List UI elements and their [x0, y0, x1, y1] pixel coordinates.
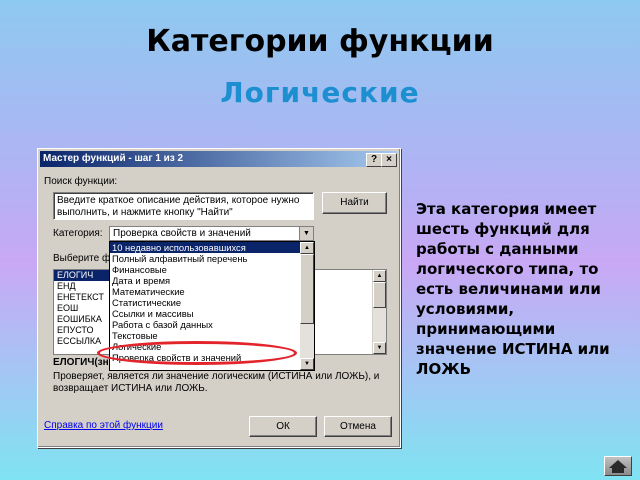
slide-subtitle: Логические [220, 76, 420, 109]
slide-description: Эта категория имеет шесть функций для ра… [416, 200, 610, 378]
highlight-ellipse [97, 341, 297, 365]
dropdown-scrollbar[interactable]: ▲ ▼ [300, 242, 314, 370]
dropdown-item[interactable]: Финансовые [110, 264, 300, 275]
help-link[interactable]: Справка по этой функции [44, 420, 163, 431]
scroll-up-icon[interactable]: ▲ [300, 242, 314, 254]
dropdown-item[interactable]: Статистические [110, 297, 300, 308]
help-button[interactable]: ? [366, 153, 382, 167]
scroll-down-icon[interactable]: ▼ [300, 358, 314, 370]
dropdown-item[interactable]: Работа с базой данных [110, 319, 300, 330]
find-button[interactable]: Найти [322, 192, 387, 214]
search-input[interactable]: Введите краткое описание действия, котор… [53, 192, 314, 220]
dropdown-item[interactable]: Математические [110, 286, 300, 297]
function-signature: ЕЛОГИЧ(зн [53, 357, 109, 368]
function-description: Проверяет, является ли значение логическ… [53, 371, 380, 394]
category-label: Категория: [53, 228, 103, 239]
home-icon [609, 460, 627, 473]
dropdown-item[interactable]: Текстовые [110, 330, 300, 341]
close-icon[interactable]: × [381, 153, 397, 167]
ok-button[interactable]: ОК [249, 416, 317, 437]
list-item[interactable]: ЕЛОГИЧ [54, 270, 117, 281]
search-label: Поиск функции: [44, 176, 118, 187]
dropdown-item[interactable]: Дата и время [110, 275, 300, 286]
dialog-title: Мастер функций - шаг 1 из 2 [43, 153, 184, 164]
slide-nav-icon[interactable] [604, 456, 632, 476]
dropdown-item[interactable]: 10 недавно использовавшихся [110, 242, 300, 253]
scroll-up-icon[interactable]: ▲ [373, 270, 386, 282]
scroll-thumb[interactable] [373, 282, 386, 308]
dropdown-item[interactable]: Полный алфавитный перечень [110, 253, 300, 264]
slide-title: Категории функции [146, 24, 494, 59]
dropdown-item[interactable]: Ссылки и массивы [110, 308, 300, 319]
scroll-thumb[interactable] [300, 254, 314, 324]
list-scrollbar[interactable]: ▲ ▼ [372, 270, 386, 354]
category-value: Проверка свойств и значений [113, 228, 251, 239]
chevron-down-icon[interactable]: ▼ [299, 227, 313, 240]
category-select[interactable]: Проверка свойств и значений ▼ [109, 226, 314, 241]
cancel-button[interactable]: Отмена [324, 416, 392, 437]
dialog-titlebar[interactable]: Мастер функций - шаг 1 из 2 ? × [40, 151, 397, 167]
scroll-down-icon[interactable]: ▼ [373, 342, 386, 354]
